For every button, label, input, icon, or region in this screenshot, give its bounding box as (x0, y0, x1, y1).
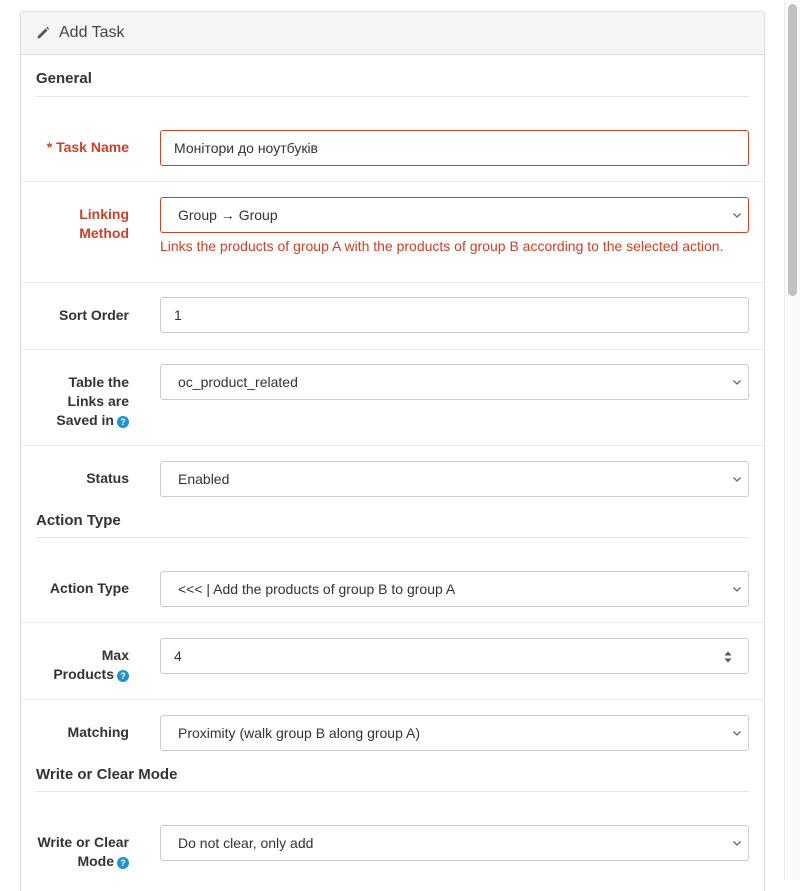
status-label: Status (86, 470, 129, 486)
chevron-down-icon (733, 477, 741, 482)
action-type-select[interactable]: <<< | Add the products of group B to gro… (160, 571, 749, 607)
max-products-value: 4 (174, 648, 182, 664)
add-task-panel: Add Task General * Task Name Монітори до… (19, 11, 766, 891)
row-divider (21, 349, 766, 350)
links-table-label-line3-wrap: Saved in? (19, 411, 129, 430)
section-general: General (36, 70, 749, 97)
row-divider (21, 445, 766, 446)
vertical-scrollbar[interactable] (784, 0, 800, 880)
panel-title: Add Task (59, 24, 125, 41)
links-table-label: Table the Links are Saved in? (19, 373, 129, 430)
task-name-label: * Task Name (19, 138, 129, 157)
write-clear-label: Write or Clear Mode? (19, 833, 129, 871)
panel-heading: Add Task (21, 12, 764, 55)
task-name-value: Монітори до ноутбуків (174, 140, 318, 156)
task-name-input[interactable]: Монітори до ноутбуків (160, 130, 749, 166)
sort-order-value: 1 (174, 307, 182, 323)
linking-method-label-line2: Method (79, 225, 129, 241)
links-table-value: oc_product_related (178, 374, 298, 390)
sort-order-input[interactable]: 1 (160, 297, 749, 333)
scrollbar-thumb[interactable] (788, 4, 797, 296)
linking-method-label-line1: Linking (79, 206, 129, 222)
chevron-down-icon (733, 731, 741, 736)
links-table-label-line3: Saved in (56, 412, 114, 428)
max-products-label-line2-wrap: Products? (19, 665, 129, 684)
chevron-down-icon (733, 841, 741, 846)
section-action-type: Action Type (36, 512, 749, 538)
chevron-down-icon (733, 380, 741, 385)
task-name-label-text: Task Name (56, 139, 129, 155)
matching-select[interactable]: Proximity (walk group B along group A) (160, 715, 749, 751)
pencil-icon (36, 26, 50, 40)
linking-method-select[interactable]: Group → Group (160, 197, 749, 233)
write-clear-label-line1: Write or Clear (37, 834, 129, 850)
write-clear-select[interactable]: Do not clear, only add (160, 825, 749, 861)
links-table-label-line2: Links are (67, 393, 129, 409)
question-circle-icon[interactable]: ? (117, 416, 129, 428)
links-table-label-line1: Table the (68, 374, 129, 390)
chevron-down-icon (733, 587, 741, 592)
action-type-value: <<< | Add the products of group B to gro… (178, 581, 456, 597)
matching-value: Proximity (walk group B along group A) (178, 725, 420, 741)
chevron-down-icon (733, 213, 741, 218)
section-write-clear: Write or Clear Mode (36, 766, 749, 792)
row-divider (21, 622, 766, 623)
sort-order-label: Sort Order (58, 307, 129, 323)
row-divider (21, 282, 766, 283)
question-circle-icon[interactable]: ? (117, 857, 129, 869)
status-value: Enabled (178, 471, 230, 487)
spinner-arrows-icon[interactable] (722, 648, 734, 666)
row-divider (21, 181, 766, 182)
status-select[interactable]: Enabled (160, 461, 749, 497)
linking-method-value: Group → Group (178, 207, 278, 223)
max-products-label-line2: Products (53, 666, 114, 682)
max-products-label: Max Products? (19, 646, 129, 684)
write-clear-value: Do not clear, only add (178, 835, 314, 851)
matching-label: Matching (67, 724, 129, 740)
write-clear-label-line2-wrap: Mode? (19, 852, 129, 871)
linking-method-help: Links the products of group A with the p… (160, 238, 724, 254)
links-table-select[interactable]: oc_product_related (160, 364, 749, 400)
linking-method-label: Linking Method (19, 205, 129, 243)
write-clear-label-line2: Mode (77, 853, 114, 869)
max-products-label-line1: Max (101, 647, 129, 663)
question-circle-icon[interactable]: ? (117, 670, 129, 682)
max-products-input[interactable]: 4 (160, 638, 749, 674)
required-mark: * (46, 139, 53, 155)
row-divider (21, 699, 766, 700)
action-type-label: Action Type (49, 580, 129, 596)
